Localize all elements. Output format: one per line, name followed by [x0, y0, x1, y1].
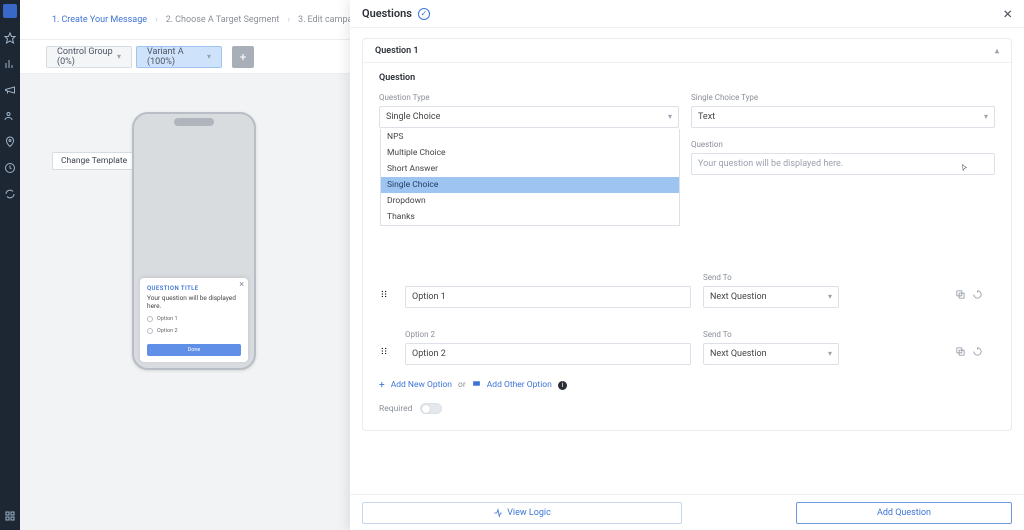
question-type-dropdown: NPS Multiple Choice Short Answer Single …	[380, 129, 680, 226]
chevron-down-icon	[207, 52, 211, 62]
dropdown-item-single-choice[interactable]: Single Choice	[381, 177, 679, 193]
modal-footer: View Logic Add Question	[350, 494, 1024, 530]
copy-icon[interactable]	[955, 285, 966, 304]
control-group-chip[interactable]: Control Group (0%)	[46, 46, 132, 68]
dropdown-item-thanks[interactable]: Thanks	[381, 209, 679, 225]
single-choice-type-field: Single Choice Type Text	[691, 93, 995, 128]
close-icon[interactable]: ×	[1003, 4, 1012, 23]
option-row: Option 1 Send To Next Question	[379, 273, 995, 308]
info-icon[interactable]: i	[558, 381, 567, 390]
check-circle-icon: ✓	[418, 8, 430, 20]
survey-title: QUESTION TITLE	[147, 285, 241, 292]
chevron-down-icon	[117, 52, 121, 62]
option-2-label: Option 2	[405, 330, 691, 339]
radio-icon	[147, 316, 153, 322]
dropdown-item-nps[interactable]: NPS	[381, 129, 679, 145]
send-to-select[interactable]: Next Question	[703, 343, 839, 365]
dropdown-item-multiple-choice[interactable]: Multiple Choice	[381, 145, 679, 161]
card-icon	[472, 379, 481, 391]
question-type-label: Question Type	[379, 93, 679, 102]
modal-title: Questions	[362, 7, 412, 20]
star-icon[interactable]	[4, 32, 16, 44]
send-to-label: Send To	[703, 330, 943, 339]
view-logic-button[interactable]: View Logic	[362, 502, 682, 524]
users-icon[interactable]	[4, 110, 16, 122]
preview-canvas: Change Template Placement × QUESTION TIT…	[20, 74, 350, 530]
breadcrumb-step-2[interactable]: 2.Choose A Target Segment	[166, 15, 280, 25]
add-option-row: + Add New Option or Add Other Option i	[379, 379, 995, 391]
copy-icon[interactable]	[955, 342, 966, 361]
add-variant-button[interactable]: +	[232, 46, 254, 68]
section-label: Question	[379, 73, 995, 83]
question-label: Question	[691, 140, 995, 149]
close-icon[interactable]: ×	[239, 280, 244, 290]
survey-cta-button[interactable]: Done	[147, 344, 241, 356]
campaign-icon[interactable]	[4, 84, 16, 96]
refresh-icon[interactable]	[4, 188, 16, 200]
drag-handle-icon[interactable]	[379, 341, 389, 351]
survey-option[interactable]: Option 2	[147, 328, 241, 334]
question-card: Question 1 Question Question Type Single…	[362, 38, 1012, 431]
question-number: Question 1	[375, 46, 419, 56]
app-logo-icon[interactable]	[3, 4, 17, 18]
add-question-button[interactable]: Add Question	[796, 502, 1012, 524]
chevron-down-icon	[984, 112, 988, 122]
reset-icon[interactable]	[972, 342, 983, 361]
required-label: Required	[379, 404, 412, 414]
chevron-down-icon	[995, 46, 999, 56]
question-type-select[interactable]: Single Choice NPS Multiple Choice Short …	[379, 106, 679, 128]
change-template-button[interactable]: Change Template	[52, 152, 136, 170]
plus-icon: +	[379, 380, 385, 391]
send-to-label: Send To	[703, 273, 943, 282]
send-to-select[interactable]: Next Question	[703, 286, 839, 308]
question-input[interactable]: Your question will be displayed here.	[691, 153, 995, 175]
required-toggle[interactable]	[420, 403, 442, 414]
drag-handle-icon[interactable]	[379, 284, 389, 294]
dropdown-item-dropdown[interactable]: Dropdown	[381, 193, 679, 209]
single-choice-type-select[interactable]: Text	[691, 106, 995, 128]
breadcrumb-step-1[interactable]: 1.Create Your Message	[52, 15, 147, 25]
survey-sheet: × QUESTION TITLE Your question will be d…	[140, 278, 248, 362]
option-1-input[interactable]: Option 1	[405, 286, 691, 308]
questions-modal: Questions ✓ × Question 1 Question Questi…	[350, 0, 1024, 530]
apps-icon[interactable]	[4, 510, 16, 522]
chevron-right-icon: ›	[155, 15, 158, 25]
question-type-field: Question Type Single Choice NPS Multiple…	[379, 93, 679, 175]
option-2-input[interactable]: Option 2	[405, 343, 691, 365]
radio-icon	[147, 328, 153, 334]
survey-option[interactable]: Option 1	[147, 316, 241, 322]
add-new-option-link[interactable]: Add New Option	[391, 380, 452, 390]
chevron-right-icon: ›	[287, 15, 290, 25]
chevron-down-icon	[828, 349, 832, 359]
dropdown-item-short-answer[interactable]: Short Answer	[381, 161, 679, 177]
add-other-option-link[interactable]: Add Other Option	[487, 380, 552, 390]
left-nav-rail	[0, 0, 20, 530]
location-icon[interactable]	[4, 136, 16, 148]
question-accordion-header[interactable]: Question 1	[363, 39, 1011, 63]
cursor-icon	[959, 158, 969, 168]
clock-icon[interactable]	[4, 162, 16, 174]
chevron-down-icon	[668, 112, 672, 122]
analytics-icon[interactable]	[4, 58, 16, 70]
phone-notch	[174, 118, 214, 126]
modal-header: Questions ✓ ×	[350, 0, 1024, 28]
single-choice-type-label: Single Choice Type	[691, 93, 995, 102]
reset-icon[interactable]	[972, 285, 983, 304]
variant-a-chip[interactable]: Variant A (100%)	[136, 46, 222, 68]
required-row: Required	[379, 403, 995, 414]
phone-preview: × QUESTION TITLE Your question will be d…	[132, 112, 256, 370]
chevron-down-icon	[828, 292, 832, 302]
question-text-field: Question Your question will be displayed…	[691, 140, 995, 175]
survey-subtitle: Your question will be displayed here.	[147, 294, 241, 310]
option-row: Option 2 Option 2 Send To Next Question	[379, 330, 995, 365]
